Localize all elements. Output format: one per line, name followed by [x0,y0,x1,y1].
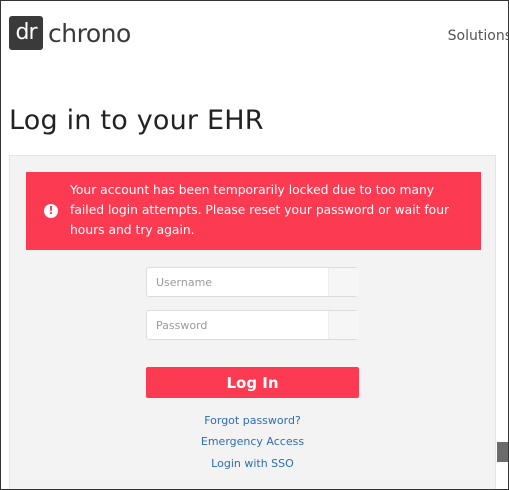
account-locked-alert: ! Your account has been temporarily lock… [26,172,481,250]
password-autofill-area [328,311,359,339]
alert-message: Your account has been temporarily locked… [70,183,450,237]
login-button[interactable]: Log In [146,367,359,398]
login-with-sso-link[interactable]: Login with SSO [146,457,359,470]
drchrono-logo[interactable]: dr chrono [9,16,131,50]
exclamation-circle-icon: ! [44,204,58,218]
page-title: Log in to your EHR [9,105,264,136]
password-input[interactable] [146,310,358,340]
nav-solutions-link[interactable]: Solutions [448,28,508,44]
username-input[interactable] [146,267,358,297]
browser-frame: dr chrono Solutions Log in to your EHR !… [0,0,509,490]
username-autofill-area [328,268,359,296]
login-panel: ! Your account has been temporarily lock… [9,155,496,489]
logo-wordmark: chrono [48,18,131,48]
logo-mark: dr [9,16,43,50]
scrollbar-thumb[interactable] [497,442,508,462]
forgot-password-link[interactable]: Forgot password? [146,414,359,427]
emergency-access-link[interactable]: Emergency Access [146,435,359,448]
